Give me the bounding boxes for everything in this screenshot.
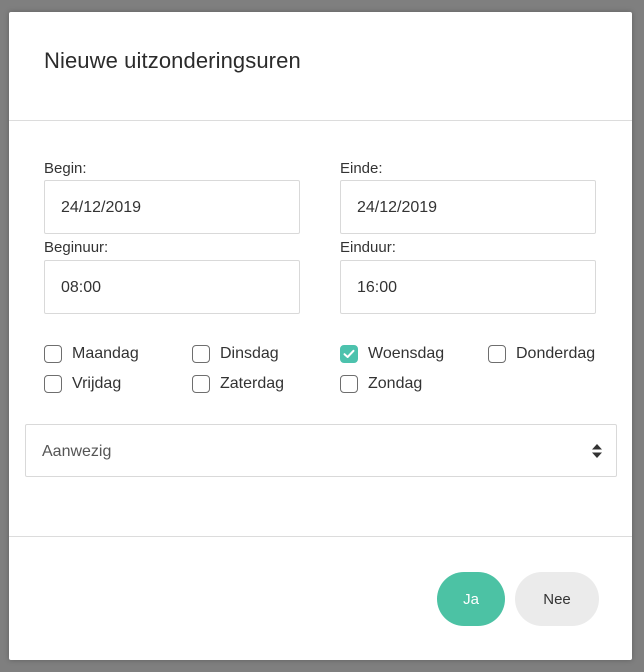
checkbox-box[interactable] [192, 345, 210, 363]
status-select-value: Aanwezig [42, 443, 112, 460]
end-date-input[interactable]: 24/12/2019 [340, 180, 596, 234]
end-hour-label: Einduur: [340, 239, 396, 256]
checkbox-box[interactable] [340, 375, 358, 393]
checkbox-donderdag[interactable]: Donderdag [488, 345, 595, 363]
checkbox-vrijdag[interactable]: Vrijdag [44, 375, 121, 393]
dialog-title: Nieuwe uitzonderingsuren [44, 48, 301, 73]
checkmark-icon [343, 349, 355, 358]
begin-label: Begin: [44, 160, 87, 177]
checkbox-dinsdag[interactable]: Dinsdag [192, 345, 279, 363]
checkbox-zaterdag[interactable]: Zaterdag [192, 375, 284, 393]
begin-date-input[interactable]: 24/12/2019 [44, 180, 300, 234]
begin-hour-label: Beginuur: [44, 239, 109, 256]
checkbox-box[interactable] [44, 375, 62, 393]
checkbox-box[interactable] [192, 375, 210, 393]
checkbox-label: Zondag [368, 375, 423, 392]
checkbox-box[interactable] [44, 345, 62, 363]
yes-button[interactable]: Ja [437, 572, 505, 626]
end-label: Einde: [340, 160, 383, 177]
checkbox-label: Dinsdag [220, 345, 279, 362]
status-select[interactable]: Aanwezig [25, 424, 617, 477]
no-button[interactable]: Nee [515, 572, 599, 626]
begin-hour-input[interactable]: 08:00 [44, 260, 300, 314]
checkbox-woensdag[interactable]: Woensdag [340, 345, 444, 363]
checkbox-label: Maandag [72, 345, 139, 362]
exception-hours-dialog: Nieuwe uitzonderingsuren Begin: 24/12/20… [9, 12, 632, 660]
end-hour-input[interactable]: 16:00 [340, 260, 596, 314]
checkbox-box[interactable] [488, 345, 506, 363]
checkbox-label: Vrijdag [72, 375, 122, 392]
checkbox-label: Donderdag [516, 345, 596, 362]
checkbox-box-checked[interactable] [340, 345, 358, 363]
sort-arrows-icon [592, 444, 602, 458]
checkbox-label: Woensdag [368, 345, 445, 362]
footer-divider [9, 536, 632, 537]
checkbox-maandag[interactable]: Maandag [44, 345, 139, 363]
dialog-header: Nieuwe uitzonderingsuren [9, 12, 632, 121]
checkbox-zondag[interactable]: Zondag [340, 375, 422, 393]
checkbox-label: Zaterdag [220, 375, 285, 392]
